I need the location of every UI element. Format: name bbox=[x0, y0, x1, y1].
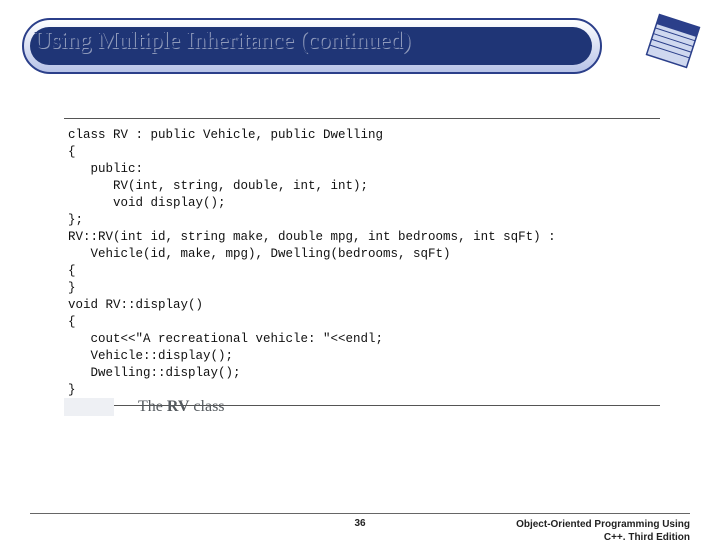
slide: Using Multiple Inheritance (continued) c… bbox=[0, 0, 720, 540]
caption-class: RV bbox=[167, 398, 190, 415]
page-number: 36 bbox=[354, 518, 365, 529]
footer-line2: C++, Third Edition bbox=[516, 531, 690, 540]
code-listing: class RV : public Vehicle, public Dwelli… bbox=[64, 118, 660, 406]
caption-prefix: The bbox=[138, 398, 167, 415]
footer: 36 Object-Oriented Programming Using C++… bbox=[30, 513, 690, 518]
code-text: class RV : public Vehicle, public Dwelli… bbox=[68, 127, 656, 399]
logo-icon bbox=[640, 8, 706, 74]
caption-suffix: class bbox=[189, 398, 224, 415]
footer-right: Object-Oriented Programming Using C++, T… bbox=[516, 518, 690, 540]
figure-label-box bbox=[64, 398, 114, 416]
slide-title: Using Multiple Inheritance (continued) bbox=[34, 28, 411, 55]
figure-caption-row: The RV class bbox=[64, 398, 660, 416]
figure-caption: The RV class bbox=[138, 398, 225, 416]
footer-line1: Object-Oriented Programming Using bbox=[516, 518, 690, 531]
